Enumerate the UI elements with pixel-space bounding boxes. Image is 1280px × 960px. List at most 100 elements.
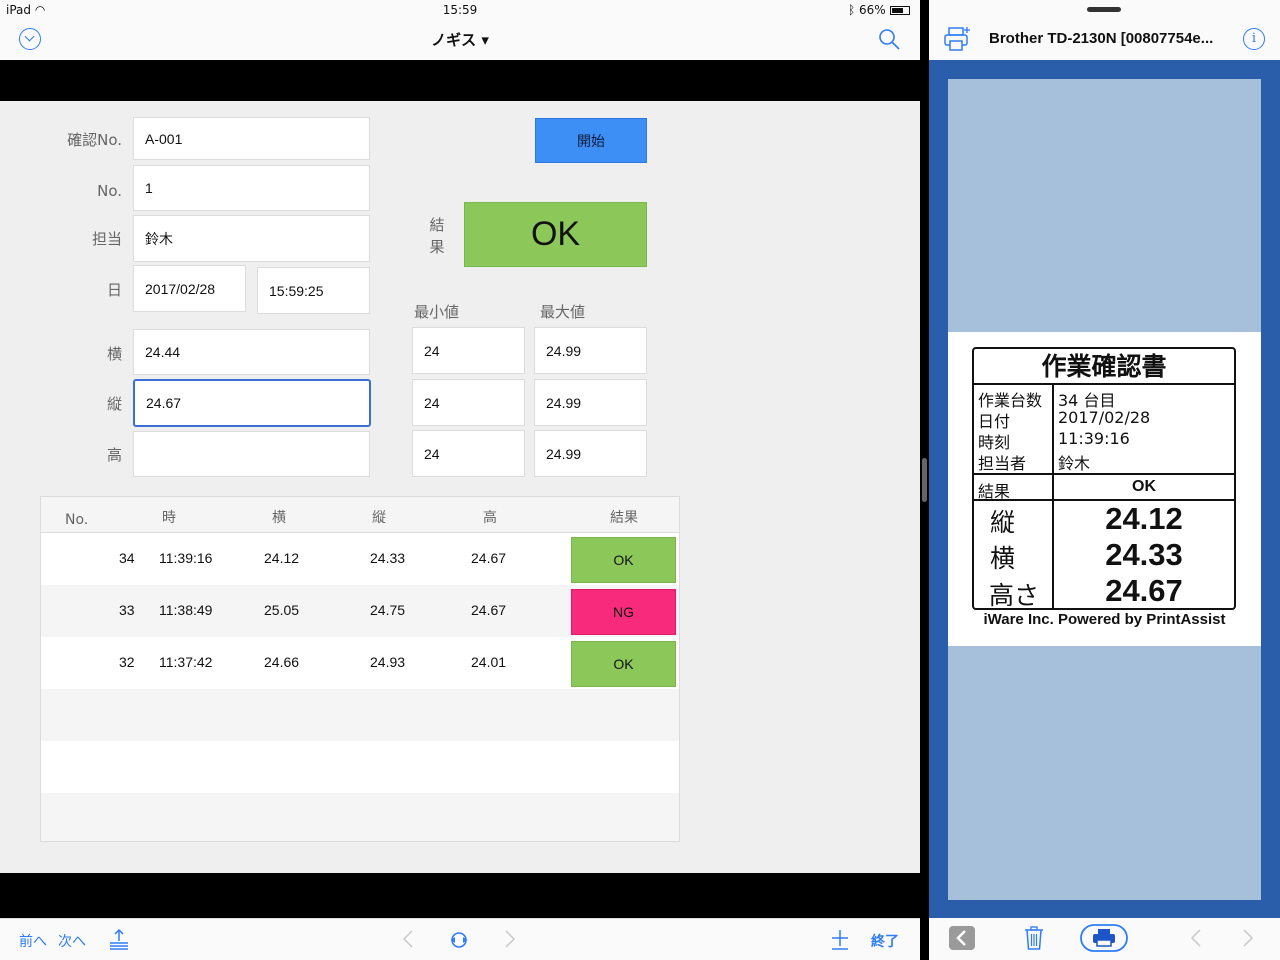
cell-time: 11:37:42 xyxy=(159,654,213,670)
history-table: No. 時 横 縦 高 結果 34 11:39:16 24.12 24.33 2… xyxy=(40,496,680,842)
time-field[interactable]: 15:59:25 xyxy=(257,267,370,314)
bluetooth-icon: ᛒ xyxy=(848,3,856,17)
cell-length: 24.75 xyxy=(370,602,406,618)
label-title: 作業確認書 xyxy=(974,349,1234,385)
status-time: 15:59 xyxy=(442,3,478,17)
label-footer: iWare Inc. Powered by PrintAssist xyxy=(983,611,1226,628)
confirm-no-label: 確認No. xyxy=(67,131,122,149)
cell-width: 24.66 xyxy=(264,654,300,670)
result-badge-ok: OK xyxy=(571,641,676,687)
nav-bar: ノギス ▾ xyxy=(0,20,920,60)
label-time-value: 11:39:16 xyxy=(1058,429,1130,448)
refresh-icon[interactable] xyxy=(448,929,470,951)
length-max-field[interactable]: 24.99 xyxy=(534,379,647,426)
cell-width: 25.05 xyxy=(264,602,300,618)
label-length-key: 縦 xyxy=(990,508,1016,537)
info-icon[interactable]: i xyxy=(1243,28,1265,50)
confirm-no-field[interactable]: A-001 xyxy=(133,117,370,160)
label-width-key: 横 xyxy=(990,544,1016,573)
width-label: 横 xyxy=(106,345,122,363)
cell-no: 34 xyxy=(119,550,135,566)
next-button[interactable]: 次へ xyxy=(58,931,86,951)
max-label: 最大値 xyxy=(540,303,586,321)
label-person-value: 鈴木 xyxy=(1058,454,1091,473)
width-field[interactable]: 24.44 xyxy=(133,329,370,375)
divider-handle[interactable] xyxy=(922,458,927,502)
result-label: 結 果 xyxy=(425,214,449,258)
col-length: 縦 xyxy=(372,510,386,526)
cell-height: 24.01 xyxy=(471,654,507,670)
result-indicator: OK xyxy=(464,202,647,267)
label-length-value: 24.12 xyxy=(1105,501,1183,536)
split-view-divider[interactable] xyxy=(920,0,929,960)
label-date-value: 2017/02/28 xyxy=(1058,408,1151,427)
printer-header: Brother TD-2130N [00807754e... i xyxy=(929,0,1280,60)
person-field[interactable]: 鈴木 xyxy=(133,215,370,262)
printer-title: Brother TD-2130N [00807754e... xyxy=(989,30,1214,47)
battery-percent: 66% xyxy=(859,3,886,17)
nav-title[interactable]: ノギス ▾ xyxy=(0,29,920,50)
chevron-left-icon[interactable] xyxy=(402,930,414,948)
label-info-section: 作業台数 34 台目 日付 2017/02/28 時刻 11:39:16 担当者… xyxy=(974,385,1234,475)
cell-height: 24.67 xyxy=(471,550,507,566)
main-app: iPad ◠ 15:59 ノギス ▾ 確認No. A-001 No. 1 担当 … xyxy=(0,0,920,960)
width-max-field[interactable]: 24.99 xyxy=(534,327,647,374)
label-result-row: 結果 OK xyxy=(974,475,1234,501)
panel-grip[interactable] xyxy=(1087,7,1121,12)
table-row[interactable]: 33 11:38:49 25.05 24.75 24.67 NG xyxy=(41,585,679,637)
bottom-toolbar: 前へ 次へ 終了 xyxy=(0,918,920,960)
form-area: 確認No. A-001 No. 1 担当 鈴木 日 2017/02/28 15:… xyxy=(0,101,920,873)
result-badge-ok: OK xyxy=(571,537,676,583)
height-label: 高 xyxy=(106,446,122,464)
search-icon[interactable] xyxy=(878,28,900,50)
person-label: 担当 xyxy=(91,230,122,248)
date-field[interactable]: 2017/02/28 xyxy=(133,265,246,312)
table-row[interactable]: 32 11:37:42 24.66 24.93 24.01 OK xyxy=(41,637,679,689)
printer-add-icon[interactable] xyxy=(943,26,971,52)
page-next-icon[interactable] xyxy=(1242,929,1254,947)
upload-icon[interactable] xyxy=(108,928,130,950)
back-icon[interactable] xyxy=(948,925,976,951)
result-label-char-2: 果 xyxy=(429,238,445,256)
add-icon[interactable] xyxy=(830,928,850,950)
length-min-field[interactable]: 24 xyxy=(412,379,525,426)
min-label: 最小値 xyxy=(414,303,460,321)
label-preview: 作業確認書 作業台数 34 台目 日付 2017/02/28 時刻 11:39:… xyxy=(948,332,1261,646)
col-width: 横 xyxy=(272,510,286,526)
height-max-field[interactable]: 24.99 xyxy=(534,430,647,477)
no-label: No. xyxy=(97,182,122,200)
table-row[interactable]: 34 11:39:16 24.12 24.33 24.67 OK xyxy=(41,533,679,585)
no-field[interactable]: 1 xyxy=(133,165,370,211)
chevron-right-icon[interactable] xyxy=(504,930,516,948)
height-field[interactable] xyxy=(133,431,370,477)
result-label-char-1: 結 xyxy=(429,216,445,234)
start-button[interactable]: 開始 xyxy=(535,118,647,163)
trash-icon[interactable] xyxy=(1024,926,1044,950)
cell-time: 11:38:49 xyxy=(159,602,213,618)
table-header: No. 時 横 縦 高 結果 xyxy=(41,497,679,533)
label-person-key: 担当者 xyxy=(978,454,1027,473)
height-min-field[interactable]: 24 xyxy=(412,430,525,477)
label-result-key: 結果 xyxy=(978,482,1011,501)
table-row-empty xyxy=(41,689,679,741)
cell-length: 24.93 xyxy=(370,654,406,670)
col-height: 高 xyxy=(483,510,497,526)
table-row-empty xyxy=(41,793,679,841)
status-bar: iPad ◠ 15:59 xyxy=(0,0,920,20)
status-battery: ᛒ 66% xyxy=(848,3,910,17)
cell-width: 24.12 xyxy=(264,550,300,566)
finish-button[interactable]: 終了 xyxy=(871,931,899,951)
col-time: 時 xyxy=(162,510,176,526)
col-no: No. xyxy=(65,512,89,528)
label-result-value: OK xyxy=(1132,478,1156,495)
label-height-key: 高さ xyxy=(989,581,1040,610)
print-button-icon[interactable] xyxy=(1080,924,1128,952)
cell-height: 24.67 xyxy=(471,602,507,618)
date-label: 日 xyxy=(106,281,122,299)
label-frame: 作業確認書 作業台数 34 台目 日付 2017/02/28 時刻 11:39:… xyxy=(972,347,1236,610)
width-min-field[interactable]: 24 xyxy=(412,327,525,374)
length-field[interactable]: 24.67 xyxy=(133,379,371,427)
col-result: 結果 xyxy=(610,510,638,526)
page-prev-icon[interactable] xyxy=(1190,929,1202,947)
prev-button[interactable]: 前へ xyxy=(19,931,47,951)
